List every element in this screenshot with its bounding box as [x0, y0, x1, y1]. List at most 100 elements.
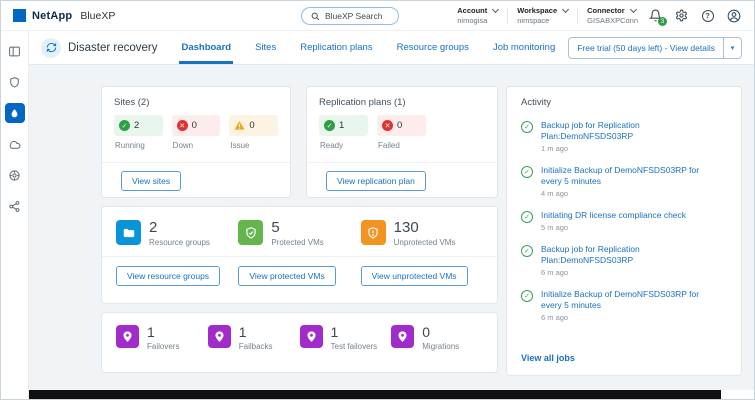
header-right: Account nimogisa Workspace nimspace Conn… [457, 6, 742, 25]
free-trial-label: Free trial (50 days left) - View details [569, 38, 723, 58]
protected-vms-summary: 5 Protected VMs [238, 220, 360, 247]
operations-row: 1 Failovers 1 Failbacks [102, 313, 497, 363]
check-circle-icon: ✓ [521, 245, 533, 257]
bottom-bar [29, 390, 723, 399]
search-label: BlueXP Search [325, 11, 383, 21]
check-circle-icon: ✓ [119, 120, 130, 131]
product-name: BlueXP [80, 10, 115, 22]
sidebar-item-observability[interactable] [5, 165, 25, 185]
chevron-down-icon [562, 6, 569, 13]
stat-label: Issue [229, 141, 278, 150]
account-value: nimogisa [457, 16, 498, 25]
activity-item[interactable]: ✓ Backup job for Replication Plan:DemoNF… [507, 114, 741, 159]
service-nav: Disaster recovery Dashboard Sites Replic… [29, 31, 754, 65]
sidebar-item-sync[interactable] [5, 196, 25, 216]
activity-list: ✓ Backup job for Replication Plan:DemoNF… [507, 112, 741, 347]
view-sites-button[interactable]: View sites [121, 171, 181, 191]
divider [507, 8, 508, 24]
activity-time: 6 m ago [541, 268, 705, 277]
check-circle-icon: ✓ [521, 211, 533, 223]
activity-card-title: Activity [507, 87, 741, 112]
activity-time: 6 m ago [541, 313, 705, 322]
chevron-down-icon[interactable]: ▾ [723, 38, 741, 58]
panel-toggle-icon [8, 45, 21, 58]
pin-icon [300, 325, 323, 348]
search-input[interactable]: BlueXP Search [301, 7, 399, 25]
account-menu[interactable]: Account nimogisa [457, 6, 498, 25]
activity-item[interactable]: ✓ Initiating DR license compliance check… [507, 204, 741, 238]
settings-button[interactable] [673, 7, 690, 24]
activity-item[interactable]: ✓ Backup job for Replication Plan:DemoNF… [507, 238, 741, 283]
view-unprotected-vms-button[interactable]: View unprotected VMs [361, 266, 468, 286]
top-header: NetApp BlueXP BlueXP Search Account nimo… [1, 1, 754, 31]
unprotected-vms-summary: 130 Unprotected VMs [361, 220, 483, 247]
stat-down: ✕ 0 Down [172, 115, 221, 150]
sidebar-item-protection[interactable] [5, 72, 25, 92]
tab-sites[interactable]: Sites [253, 31, 278, 64]
connector-value: GISABXPConn [587, 16, 638, 25]
stat-label: Running [114, 141, 163, 150]
stat-label: Down [172, 141, 221, 150]
x-circle-icon: ✕ [177, 120, 188, 131]
failovers-label: Failovers [147, 342, 179, 351]
x-circle-icon: ✕ [382, 120, 393, 131]
activity-text: Backup job for Replication Plan:DemoNFSD… [541, 120, 705, 142]
stat-value: 0 [249, 120, 254, 131]
sidebar-item-storage[interactable] [5, 134, 25, 154]
sidebar-toggle-button[interactable] [5, 41, 25, 61]
disaster-recovery-badge [41, 38, 61, 58]
stat-ready: ✓ 1 Ready [319, 115, 368, 150]
pin-icon [116, 325, 139, 348]
tab-replication-plans[interactable]: Replication plans [298, 31, 374, 64]
failbacks-count: 1 [239, 325, 273, 339]
activity-text: Initialize Backup of DemoNFSDS03RP for e… [541, 165, 705, 187]
workspace-value: nimspace [517, 16, 568, 25]
activity-time: 5 m ago [541, 223, 686, 232]
sites-card: Sites (2) ✓ 2 Running ✕ 0 Down [101, 86, 291, 198]
view-replication-plan-button[interactable]: View replication plan [326, 171, 426, 191]
account-label: Account [457, 6, 487, 15]
check-circle-icon: ✓ [324, 120, 335, 131]
notifications-button[interactable]: 3 [647, 7, 664, 24]
share-nodes-icon [8, 200, 21, 213]
resource-groups-label: Resource groups [149, 238, 210, 247]
test-failovers-count: 1 [331, 325, 378, 339]
cloud-icon [8, 138, 21, 151]
tab-resource-groups[interactable]: Resource groups [395, 31, 471, 64]
brand[interactable]: NetApp BlueXP [13, 9, 115, 22]
free-trial-button[interactable]: Free trial (50 days left) - View details… [568, 37, 742, 59]
activity-card: Activity ✓ Backup job for Replication Pl… [506, 86, 742, 376]
page-title: Disaster recovery [68, 42, 157, 54]
check-circle-icon: ✓ [521, 166, 533, 178]
stat-value: 0 [397, 120, 402, 131]
resource-summary-card: 2 Resource groups 5 Protected VMs [101, 206, 498, 304]
user-menu-button[interactable] [725, 7, 742, 24]
divider [577, 8, 578, 24]
connector-menu[interactable]: Connector GISABXPConn [587, 6, 638, 25]
sidebar-item-disaster-recovery[interactable] [5, 103, 25, 123]
unprotected-vms-count: 130 [394, 220, 456, 235]
failovers-summary: 1 Failovers [116, 325, 208, 351]
test-failovers-summary: 1 Test failovers [300, 325, 392, 351]
help-button[interactable]: ? [699, 7, 716, 24]
view-protected-vms-button[interactable]: View protected VMs [238, 266, 335, 286]
migrations-label: Migrations [422, 342, 459, 351]
activity-text: Initiating DR license compliance check [541, 210, 686, 221]
notification-badge: 3 [658, 17, 667, 26]
view-all-jobs-link[interactable]: View all jobs [507, 347, 741, 375]
stat-issue: 0 Issue [229, 115, 278, 150]
view-resource-groups-button[interactable]: View resource groups [116, 266, 220, 286]
stat-failed: ✕ 0 Failed [377, 115, 426, 150]
failbacks-label: Failbacks [239, 342, 273, 351]
resource-groups-summary: 2 Resource groups [116, 220, 238, 247]
folder-icon [116, 220, 141, 245]
operations-card: 1 Failovers 1 Failbacks [101, 312, 498, 373]
tab-dashboard[interactable]: Dashboard [179, 31, 233, 64]
activity-item[interactable]: ✓ Initialize Backup of DemoNFSDS03RP for… [507, 283, 741, 328]
workspace-menu[interactable]: Workspace nimspace [517, 6, 568, 25]
tab-job-monitoring[interactable]: Job monitoring [491, 31, 557, 64]
activity-item[interactable]: ✓ Initialize Backup of DemoNFSDS03RP for… [507, 159, 741, 204]
activity-time: 4 m ago [541, 189, 705, 198]
gear-icon [675, 9, 688, 22]
replication-plans-card: Replication plans (1) ✓ 1 Ready ✕ 0 Fail… [306, 86, 498, 198]
